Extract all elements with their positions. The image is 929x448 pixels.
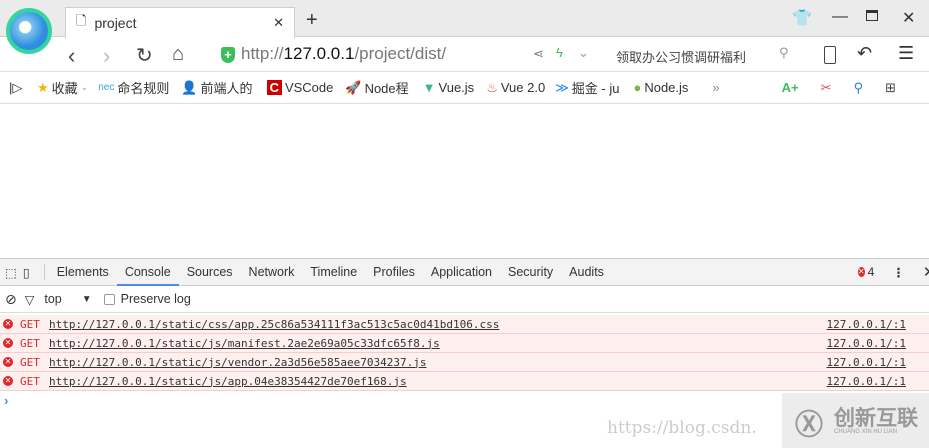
minimize-button[interactable]: —	[832, 8, 848, 26]
context-dropdown-icon[interactable]: ▼	[82, 294, 92, 305]
tab-audits[interactable]: Audits	[561, 259, 612, 286]
console-message: ✕ GET http://127.0.0.1/static/css/app.25c8…	[0, 315, 929, 334]
watermark-text: https://blog.csdn.	[607, 418, 757, 438]
vscode-icon: C	[266, 80, 282, 95]
error-icon: ✕	[857, 267, 865, 277]
magnifier-icon[interactable]: ⚲	[854, 80, 864, 96]
close-window-button[interactable]: ✕	[902, 8, 915, 28]
search-hint[interactable]: 领取办公习惯调研福利	[616, 47, 746, 66]
preserve-log-label: Preserve log	[120, 292, 191, 306]
forward-button[interactable]: ›	[103, 43, 110, 69]
person-icon: 👤	[181, 79, 198, 95]
home-button[interactable]: ⌂	[172, 43, 184, 66]
resource-link[interactable]: http://127.0.0.1/static/js/vendor.2a3d56…	[49, 356, 427, 369]
close-devtools-button[interactable]: ✕	[923, 263, 929, 281]
watermark-logo: Ⓧ 创新互联 CHUANG XIN HU LIAN	[782, 393, 929, 448]
tab-application[interactable]: Application	[423, 259, 500, 286]
browser-logo[interactable]	[6, 8, 52, 54]
clear-console-icon[interactable]: ⊘	[5, 291, 17, 308]
tab-sources[interactable]: Sources	[179, 259, 241, 286]
source-link[interactable]: 127.0.0.1/:1	[827, 337, 906, 350]
page-icon: 🗋	[76, 13, 87, 28]
tab-elements[interactable]: Elements	[49, 259, 117, 286]
preserve-log-checkbox[interactable]	[103, 293, 115, 305]
rocket-icon: 🚀	[345, 79, 362, 95]
close-tab-icon[interactable]: ✕	[273, 15, 284, 31]
console-prompt[interactable]: ›	[4, 393, 8, 408]
more-bookmarks-icon[interactable]: »	[712, 80, 719, 95]
context-select[interactable]: top	[44, 292, 61, 306]
vue-icon: ▼	[422, 80, 436, 95]
bookmarks-bar: |▷ ★ 收藏 ⌄ nec 命名规则 👤 前端人的 C VSCode 🚀 Node程 ▼ Vu…	[0, 72, 929, 104]
tab-network[interactable]: Network	[241, 259, 303, 286]
bookmark-item[interactable]: ● Node.js	[633, 80, 688, 95]
menu-icon[interactable]: ☰	[898, 43, 914, 64]
filter-icon[interactable]: ▽	[25, 292, 35, 307]
error-count[interactable]: 4	[868, 265, 875, 279]
error-icon: ✕	[3, 338, 13, 348]
juejin-icon: ≫	[555, 79, 569, 95]
star-icon: ★	[37, 79, 49, 95]
tab-title: project	[94, 15, 137, 31]
tab-console[interactable]: Console	[116, 259, 179, 286]
bookmark-item[interactable]: C VSCode	[266, 80, 333, 95]
devtools-toolbar: ⬚ ▯ Elements Console Sources Network Tim…	[0, 258, 929, 286]
tab-profiles[interactable]: Profiles	[365, 259, 423, 286]
more-options-icon[interactable]: ⋮	[892, 265, 905, 280]
scissors-icon[interactable]: ✂	[821, 80, 832, 96]
maximize-button[interactable]	[866, 10, 878, 21]
device-toggle-icon[interactable]: ▯	[23, 265, 30, 280]
console-message: ✕ GET http://127.0.0.1/static/js/app.04e38…	[0, 372, 929, 391]
browser-tab[interactable]: 🗋 project ✕	[65, 7, 295, 38]
resource-link[interactable]: http://127.0.0.1/static/js/manifest.2ae2…	[49, 337, 440, 350]
console-message: ✕ GET http://127.0.0.1/static/js/manifest.…	[0, 334, 929, 353]
error-icon: ✕	[3, 376, 13, 386]
fire-icon: ♨	[486, 79, 498, 95]
translate-icon[interactable]: A+	[782, 80, 799, 95]
source-link[interactable]: 127.0.0.1/:1	[827, 356, 906, 369]
tab-security[interactable]: Security	[500, 259, 561, 286]
back-button[interactable]: ‹	[68, 43, 75, 69]
bookmark-item[interactable]: nec 命名规则	[98, 78, 169, 97]
secure-shield-icon: +	[221, 47, 235, 63]
new-tab-button[interactable]: +	[306, 9, 318, 32]
address-bar-row: ‹ › ↻ ⌂ ⋖ ϟ ⌄ 领取办公习惯调研福利 ⚲ ↶ ☰	[0, 38, 929, 72]
bookmark-item[interactable]: ≫ 掘金 - ju	[555, 78, 619, 97]
tab-timeline[interactable]: Timeline	[302, 259, 365, 286]
reload-button[interactable]: ↻	[136, 43, 153, 68]
skin-icon[interactable]: 👕	[792, 8, 812, 28]
error-icon: ✕	[3, 357, 13, 367]
inspect-icon[interactable]: ⬚	[5, 265, 17, 280]
resource-link[interactable]: http://127.0.0.1/static/js/app.04e383544…	[49, 375, 407, 388]
share-icon[interactable]: ⋖	[533, 46, 544, 62]
sidebar-toggle-icon[interactable]: |▷	[9, 80, 37, 96]
bookmark-favorites[interactable]: ★ 收藏 ⌄	[37, 78, 88, 97]
console-message: ✕ GET http://127.0.0.1/static/js/vendor.2a…	[0, 353, 929, 372]
console-filter-bar: ⊘ ▽ top ▼ Preserve log	[0, 286, 929, 313]
url-input[interactable]: http://127.0.0.1/project/dist/	[241, 44, 446, 64]
search-icon[interactable]: ⚲	[779, 45, 789, 61]
bookmark-item[interactable]: ♨ Vue 2.0	[486, 80, 545, 96]
apps-icon[interactable]: ⊞	[885, 80, 896, 96]
source-link[interactable]: 127.0.0.1/:1	[827, 318, 906, 331]
undo-icon[interactable]: ↶	[857, 43, 872, 64]
chevron-down-icon[interactable]: ⌄	[578, 45, 589, 61]
resource-link[interactable]: http://127.0.0.1/static/css/app.25c86a53…	[49, 318, 499, 331]
source-link[interactable]: 127.0.0.1/:1	[827, 375, 906, 388]
nodejs-icon: ●	[633, 80, 642, 95]
mobile-icon[interactable]	[824, 46, 836, 64]
error-icon: ✕	[3, 319, 13, 329]
lightning-icon[interactable]: ϟ	[556, 45, 563, 60]
bookmark-item[interactable]: 🚀 Node程	[345, 78, 408, 97]
bookmark-item[interactable]: ▼ Vue.js	[423, 80, 475, 95]
bookmark-item[interactable]: 👤 前端人的	[181, 78, 252, 97]
